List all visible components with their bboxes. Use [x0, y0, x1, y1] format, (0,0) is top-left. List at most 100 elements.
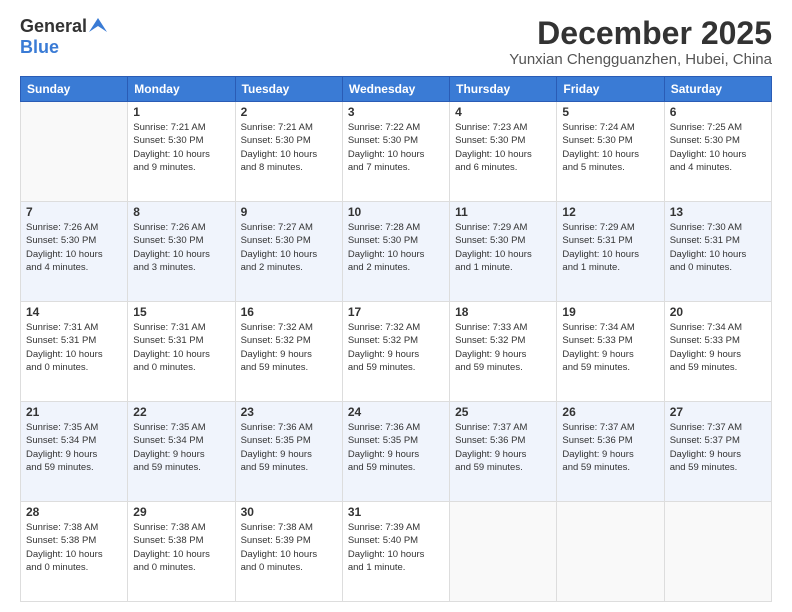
logo-blue: Blue — [20, 37, 59, 58]
calendar-cell: 10 Sunrise: 7:28 AM Sunset: 5:30 PM Dayli… — [342, 202, 449, 302]
day-info: Sunrise: 7:31 AM Sunset: 5:31 PM Dayligh… — [26, 321, 122, 374]
calendar-cell: 12 Sunrise: 7:29 AM Sunset: 5:31 PM Dayli… — [557, 202, 664, 302]
day-number: 30 — [241, 505, 337, 519]
week-row-2: 14 Sunrise: 7:31 AM Sunset: 5:31 PM Dayli… — [21, 302, 772, 402]
day-info: Sunrise: 7:22 AM Sunset: 5:30 PM Dayligh… — [348, 121, 444, 174]
day-info: Sunrise: 7:36 AM Sunset: 5:35 PM Dayligh… — [348, 421, 444, 474]
week-row-4: 28 Sunrise: 7:38 AM Sunset: 5:38 PM Dayli… — [21, 502, 772, 602]
calendar-cell: 8 Sunrise: 7:26 AM Sunset: 5:30 PM Daylig… — [128, 202, 235, 302]
calendar-cell: 13Sunrise: 7:30 AM Sunset: 5:31 PM Dayli… — [664, 202, 771, 302]
day-info: Sunrise: 7:26 AM Sunset: 5:30 PM Dayligh… — [133, 221, 229, 274]
title-block: December 2025 Yunxian Chengguanzhen, Hub… — [509, 16, 772, 68]
calendar-header-row: SundayMondayTuesdayWednesdayThursdayFrid… — [21, 77, 772, 102]
day-number: 29 — [133, 505, 229, 519]
day-number: 4 — [455, 105, 551, 119]
day-info: Sunrise: 7:29 AM Sunset: 5:31 PM Dayligh… — [562, 221, 658, 274]
col-header-thursday: Thursday — [450, 77, 557, 102]
day-info: Sunrise: 7:32 AM Sunset: 5:32 PM Dayligh… — [241, 321, 337, 374]
calendar-cell — [21, 102, 128, 202]
calendar-cell: 17 Sunrise: 7:32 AM Sunset: 5:32 PM Dayli… — [342, 302, 449, 402]
day-info: Sunrise: 7:32 AM Sunset: 5:32 PM Dayligh… — [348, 321, 444, 374]
day-info: Sunrise: 7:24 AM Sunset: 5:30 PM Dayligh… — [562, 121, 658, 174]
week-row-1: 7 Sunrise: 7:26 AM Sunset: 5:30 PM Daylig… — [21, 202, 772, 302]
day-info: Sunrise: 7:28 AM Sunset: 5:30 PM Dayligh… — [348, 221, 444, 274]
header: General Blue December 2025 Yunxian Cheng… — [20, 16, 772, 68]
col-header-sunday: Sunday — [21, 77, 128, 102]
calendar-cell: 1Sunrise: 7:21 AM Sunset: 5:30 PM Daylig… — [128, 102, 235, 202]
location-title: Yunxian Chengguanzhen, Hubei, China — [509, 51, 772, 68]
calendar-cell: 14 Sunrise: 7:31 AM Sunset: 5:31 PM Dayli… — [21, 302, 128, 402]
day-number: 24 — [348, 405, 444, 419]
calendar-cell: 24 Sunrise: 7:36 AM Sunset: 5:35 PM Dayli… — [342, 402, 449, 502]
calendar-cell: 27 Sunrise: 7:37 AM Sunset: 5:37 PM Dayli… — [664, 402, 771, 502]
calendar-cell — [450, 502, 557, 602]
calendar-cell: 19Sunrise: 7:34 AM Sunset: 5:33 PM Dayli… — [557, 302, 664, 402]
day-number: 19 — [562, 305, 658, 319]
calendar-cell: 16 Sunrise: 7:32 AM Sunset: 5:32 PM Dayli… — [235, 302, 342, 402]
day-info: Sunrise: 7:37 AM Sunset: 5:37 PM Dayligh… — [670, 421, 766, 474]
day-info: Sunrise: 7:23 AM Sunset: 5:30 PM Dayligh… — [455, 121, 551, 174]
day-info: Sunrise: 7:35 AM Sunset: 5:34 PM Dayligh… — [26, 421, 122, 474]
day-info: Sunrise: 7:21 AM Sunset: 5:30 PM Dayligh… — [133, 121, 229, 174]
day-info: Sunrise: 7:21 AM Sunset: 5:30 PM Dayligh… — [241, 121, 337, 174]
day-number: 10 — [348, 205, 444, 219]
day-number: 2 — [241, 105, 337, 119]
day-info: Sunrise: 7:37 AM Sunset: 5:36 PM Dayligh… — [455, 421, 551, 474]
day-number: 22 — [133, 405, 229, 419]
calendar-cell: 4 Sunrise: 7:23 AM Sunset: 5:30 PM Daylig… — [450, 102, 557, 202]
day-info: Sunrise: 7:39 AM Sunset: 5:40 PM Dayligh… — [348, 521, 444, 574]
logo-line1: General — [20, 16, 107, 37]
calendar-cell: 18 Sunrise: 7:33 AM Sunset: 5:32 PM Dayli… — [450, 302, 557, 402]
logo-bird-icon — [89, 18, 107, 37]
week-row-0: 1Sunrise: 7:21 AM Sunset: 5:30 PM Daylig… — [21, 102, 772, 202]
day-info: Sunrise: 7:38 AM Sunset: 5:38 PM Dayligh… — [26, 521, 122, 574]
day-info: Sunrise: 7:38 AM Sunset: 5:39 PM Dayligh… — [241, 521, 337, 574]
calendar-cell: 26Sunrise: 7:37 AM Sunset: 5:36 PM Dayli… — [557, 402, 664, 502]
day-number: 21 — [26, 405, 122, 419]
day-number: 13 — [670, 205, 766, 219]
day-info: Sunrise: 7:29 AM Sunset: 5:30 PM Dayligh… — [455, 221, 551, 274]
calendar-cell: 15Sunrise: 7:31 AM Sunset: 5:31 PM Dayli… — [128, 302, 235, 402]
day-number: 14 — [26, 305, 122, 319]
calendar-cell: 22Sunrise: 7:35 AM Sunset: 5:34 PM Dayli… — [128, 402, 235, 502]
calendar-cell: 21 Sunrise: 7:35 AM Sunset: 5:34 PM Dayli… — [21, 402, 128, 502]
col-header-monday: Monday — [128, 77, 235, 102]
day-number: 28 — [26, 505, 122, 519]
day-number: 16 — [241, 305, 337, 319]
day-number: 11 — [455, 205, 551, 219]
calendar-cell: 7 Sunrise: 7:26 AM Sunset: 5:30 PM Daylig… — [21, 202, 128, 302]
day-number: 12 — [562, 205, 658, 219]
calendar-cell: 30 Sunrise: 7:38 AM Sunset: 5:39 PM Dayli… — [235, 502, 342, 602]
logo: General Blue — [20, 16, 107, 58]
calendar-table: SundayMondayTuesdayWednesdayThursdayFrid… — [20, 76, 772, 602]
calendar-cell — [557, 502, 664, 602]
day-number: 27 — [670, 405, 766, 419]
day-number: 5 — [562, 105, 658, 119]
day-number: 18 — [455, 305, 551, 319]
day-info: Sunrise: 7:34 AM Sunset: 5:33 PM Dayligh… — [670, 321, 766, 374]
day-number: 23 — [241, 405, 337, 419]
day-number: 31 — [348, 505, 444, 519]
day-number: 17 — [348, 305, 444, 319]
day-number: 7 — [26, 205, 122, 219]
day-info: Sunrise: 7:38 AM Sunset: 5:38 PM Dayligh… — [133, 521, 229, 574]
calendar-cell: 11 Sunrise: 7:29 AM Sunset: 5:30 PM Dayli… — [450, 202, 557, 302]
calendar-cell: 6 Sunrise: 7:25 AM Sunset: 5:30 PM Daylig… — [664, 102, 771, 202]
day-info: Sunrise: 7:33 AM Sunset: 5:32 PM Dayligh… — [455, 321, 551, 374]
day-info: Sunrise: 7:26 AM Sunset: 5:30 PM Dayligh… — [26, 221, 122, 274]
day-info: Sunrise: 7:36 AM Sunset: 5:35 PM Dayligh… — [241, 421, 337, 474]
day-info: Sunrise: 7:27 AM Sunset: 5:30 PM Dayligh… — [241, 221, 337, 274]
col-header-friday: Friday — [557, 77, 664, 102]
calendar-cell: 9Sunrise: 7:27 AM Sunset: 5:30 PM Daylig… — [235, 202, 342, 302]
day-info: Sunrise: 7:25 AM Sunset: 5:30 PM Dayligh… — [670, 121, 766, 174]
day-number: 20 — [670, 305, 766, 319]
day-number: 26 — [562, 405, 658, 419]
calendar-cell — [664, 502, 771, 602]
calendar-cell: 29 Sunrise: 7:38 AM Sunset: 5:38 PM Dayli… — [128, 502, 235, 602]
calendar-cell: 2 Sunrise: 7:21 AM Sunset: 5:30 PM Daylig… — [235, 102, 342, 202]
day-number: 6 — [670, 105, 766, 119]
week-row-3: 21 Sunrise: 7:35 AM Sunset: 5:34 PM Dayli… — [21, 402, 772, 502]
day-number: 8 — [133, 205, 229, 219]
col-header-saturday: Saturday — [664, 77, 771, 102]
calendar-cell: 25Sunrise: 7:37 AM Sunset: 5:36 PM Dayli… — [450, 402, 557, 502]
